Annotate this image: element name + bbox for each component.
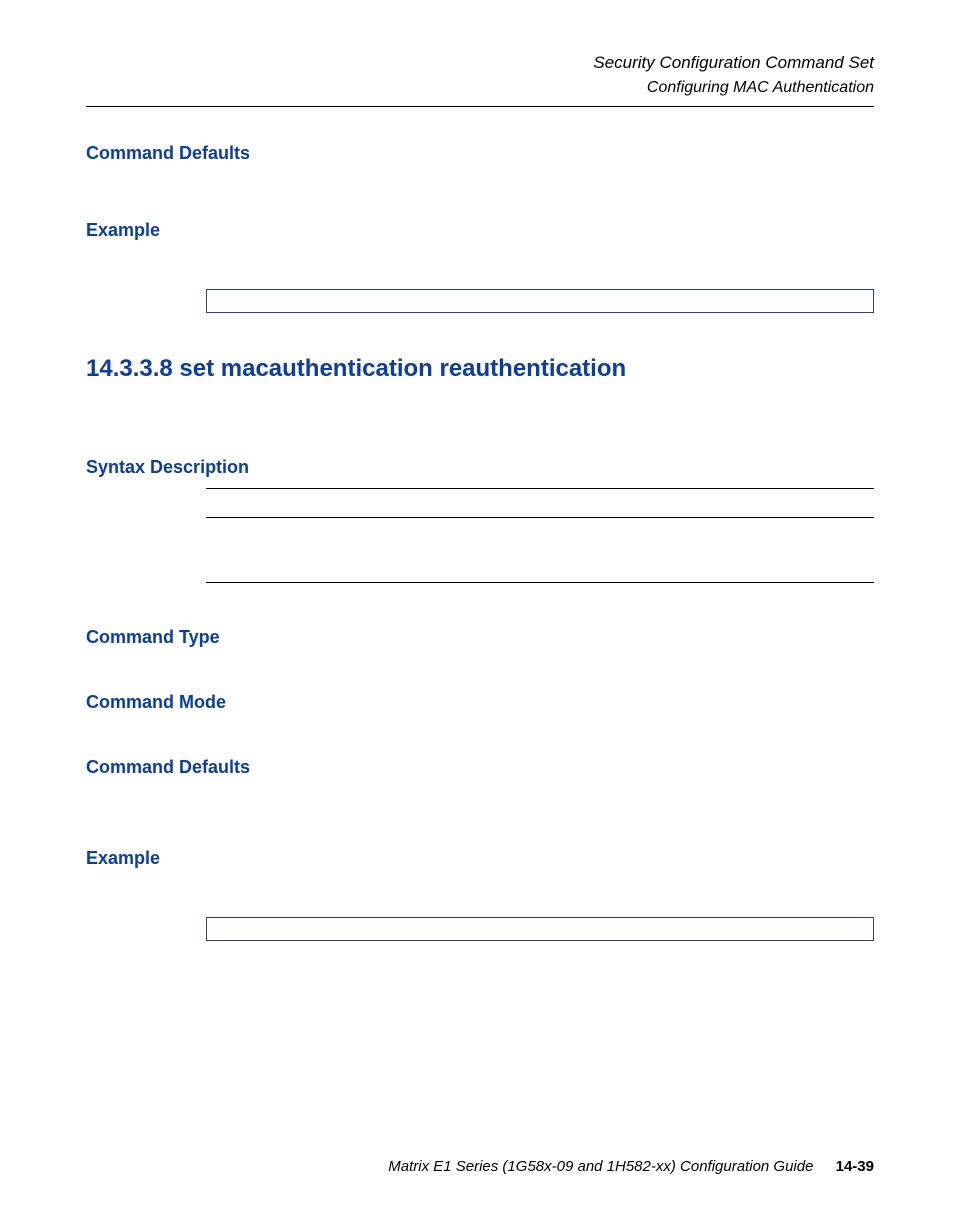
syntax-table-row [206, 517, 874, 583]
header-section-title: Configuring MAC Authentication [86, 76, 874, 100]
document-page: Security Configuration Command Set Confi… [0, 0, 954, 1227]
header-chapter-title: Security Configuration Command Set [86, 50, 874, 76]
example-code-box-2 [206, 917, 874, 941]
syntax-table-row [206, 488, 874, 517]
footer-guide-title: Matrix E1 Series (1G58x-09 and 1H582-xx)… [388, 1158, 813, 1175]
header-rule [86, 106, 874, 107]
example-code-box [206, 289, 874, 313]
heading-example-2: Example [86, 848, 874, 869]
heading-section-number: 14.3.3.8 set macauthentication reauthent… [86, 355, 874, 383]
page-footer: Matrix E1 Series (1G58x-09 and 1H582-xx)… [86, 1158, 874, 1175]
heading-command-defaults: Command Defaults [86, 143, 874, 164]
heading-example: Example [86, 220, 874, 241]
footer-page-number: 14-39 [836, 1158, 874, 1175]
heading-command-type: Command Type [86, 627, 874, 648]
syntax-table [206, 488, 874, 583]
page-header: Security Configuration Command Set Confi… [86, 50, 874, 100]
heading-syntax-description: Syntax Description [86, 457, 874, 478]
heading-command-mode: Command Mode [86, 692, 874, 713]
heading-command-defaults-2: Command Defaults [86, 757, 874, 778]
